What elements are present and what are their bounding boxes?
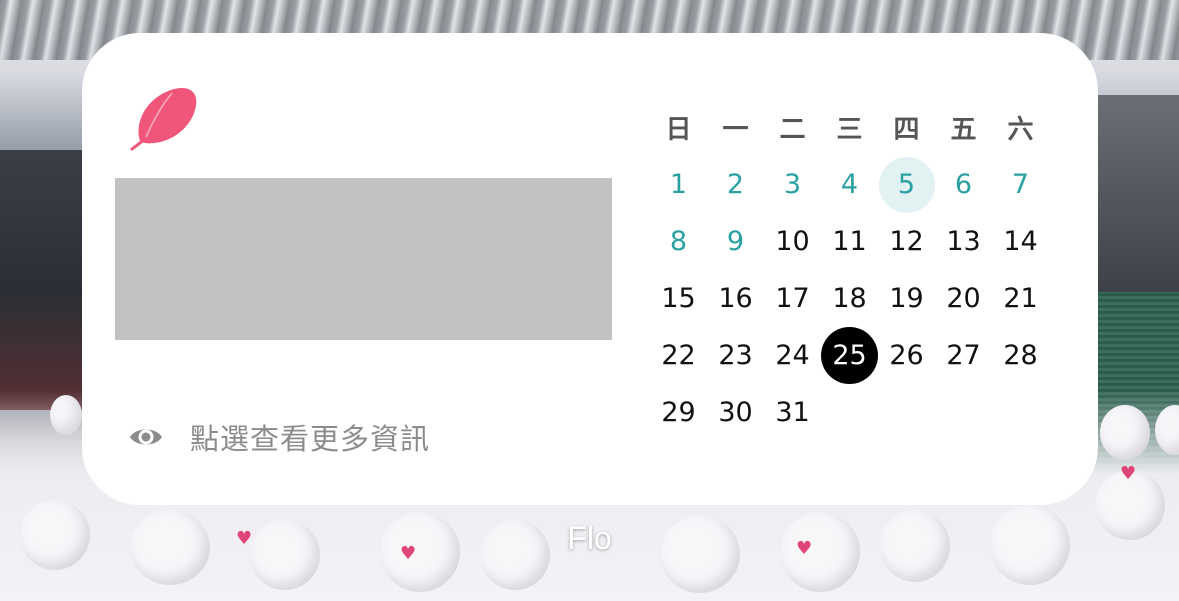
calendar-day[interactable]: 28 — [992, 327, 1049, 384]
calendar-day[interactable]: 3 — [764, 156, 821, 213]
weekday-sun: 日 — [665, 115, 692, 145]
calendar-day[interactable]: 26 — [878, 327, 935, 384]
calendar-day[interactable]: 9 — [707, 213, 764, 270]
calendar-day[interactable]: 19 — [878, 270, 935, 327]
weekday-tue: 二 — [779, 115, 806, 145]
month-calendar: 日 一 二 三 四 五 六 1 2 3 4 5 6 7 8 9 10 11 12… — [650, 99, 1050, 441]
calendar-day[interactable]: 2 — [707, 156, 764, 213]
weekday-thu: 四 — [893, 115, 920, 145]
wallpaper-building-right — [1095, 95, 1179, 295]
calendar-day[interactable]: 12 — [878, 213, 935, 270]
calendar-day[interactable]: 27 — [935, 327, 992, 384]
calendar-day[interactable]: 24 — [764, 327, 821, 384]
calendar-day[interactable]: 21 — [992, 270, 1049, 327]
feather-icon — [130, 87, 197, 151]
heart-icon: ♥ — [1120, 463, 1137, 484]
weekday-fri: 五 — [950, 115, 977, 145]
calendar-day[interactable]: 29 — [650, 384, 707, 441]
calendar-day[interactable]: 20 — [935, 270, 992, 327]
snowman — [1100, 405, 1150, 460]
calendar-day[interactable]: 6 — [935, 156, 992, 213]
calendar-day[interactable]: 30 — [707, 384, 764, 441]
weekday-mon: 一 — [722, 115, 749, 145]
calendar-day[interactable]: 14 — [992, 213, 1049, 270]
calendar-day[interactable]: 31 — [764, 384, 821, 441]
calendar-day[interactable]: 8 — [650, 213, 707, 270]
snowman — [50, 395, 82, 435]
flo-widget[interactable]: 點選查看更多資訊 日 一 二 三 四 五 六 1 2 3 4 5 6 7 8 9… — [82, 33, 1098, 505]
calendar-day[interactable]: 7 — [992, 156, 1049, 213]
calendar-day[interactable]: 16 — [707, 270, 764, 327]
eye-icon — [130, 429, 162, 445]
calendar-grid: 日 一 二 三 四 五 六 1 2 3 4 5 6 7 8 9 10 11 12… — [650, 99, 1050, 441]
more-info-label: 點選查看更多資訊 — [190, 422, 431, 456]
calendar-day[interactable]: 4 — [821, 156, 878, 213]
widget-app-label: Flo — [567, 520, 612, 556]
cycle-info-placeholder — [115, 178, 612, 340]
calendar-day[interactable]: 17 — [764, 270, 821, 327]
calendar-day[interactable]: 13 — [935, 213, 992, 270]
calendar-day[interactable]: 18 — [821, 270, 878, 327]
calendar-day[interactable]: 10 — [764, 213, 821, 270]
wallpaper-building-left — [0, 150, 84, 410]
calendar-day[interactable]: 15 — [650, 270, 707, 327]
calendar-day[interactable]: 23 — [707, 327, 764, 384]
weekday-sat: 六 — [1007, 115, 1034, 145]
calendar-day[interactable]: 1 — [650, 156, 707, 213]
weekday-wed: 三 — [836, 115, 863, 145]
more-info-link[interactable]: 點選查看更多資訊 — [128, 417, 430, 457]
calendar-day[interactable]: 11 — [821, 213, 878, 270]
calendar-day[interactable]: 22 — [650, 327, 707, 384]
calendar-day-today[interactable]: 25 — [821, 327, 878, 384]
calendar-day-highlighted[interactable]: 5 — [878, 156, 935, 213]
